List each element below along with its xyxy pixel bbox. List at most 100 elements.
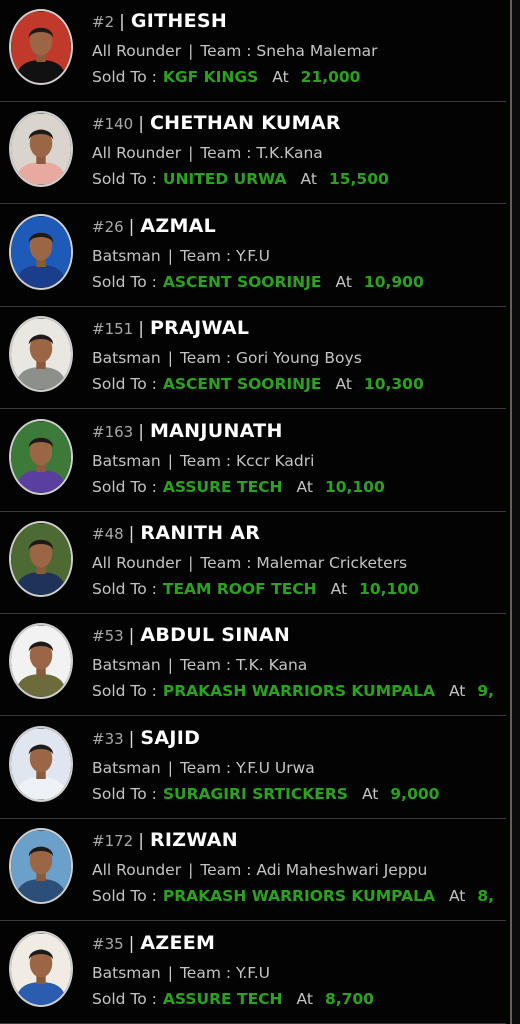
player-row[interactable]: #140 | CHETHAN KUMAR All Rounder | Team : T.… <box>0 102 506 205</box>
sale-price: 8, <box>477 887 495 906</box>
person-icon <box>11 625 71 698</box>
separator: | <box>128 216 135 237</box>
player-details: Batsman | Team : Y.F.U Urwa <box>92 759 315 777</box>
player-avatar <box>9 9 73 85</box>
separator: | <box>167 246 173 265</box>
sale-price: 8,700 <box>324 989 374 1008</box>
sale-price: 10,100 <box>359 580 419 598</box>
sale-info: Sold To : TEAM ROOF TECH At 10,100 <box>92 580 419 598</box>
separator: | <box>167 656 173 675</box>
person-icon <box>11 932 71 1005</box>
team-prefix: Team : <box>179 656 232 675</box>
team-prefix: Team : <box>179 246 232 265</box>
person-icon <box>11 728 71 800</box>
player-row[interactable]: #33 | SAJID Batsman | Team : Y.F.U Urwa Sold… <box>0 717 506 819</box>
buyer-team: ASSURE TECH <box>162 989 283 1008</box>
buyer-team: UNITED URWA <box>162 170 287 189</box>
player-avatar <box>9 623 73 700</box>
player-number: #172 <box>92 832 134 851</box>
buyer-team: ASSURE TECH <box>162 477 283 496</box>
separator: | <box>188 554 194 572</box>
sale-info: Sold To : ASSURE TECH At 8,700 <box>92 990 374 1008</box>
player-name: PRAJWAL <box>149 317 250 340</box>
player-role: All Rounder <box>92 554 182 572</box>
player-header: #172 | RIZWAN <box>92 829 238 851</box>
sold-to-label: Sold To : <box>92 477 157 496</box>
separator: | <box>167 758 173 777</box>
player-team: Y.F.U <box>236 246 270 265</box>
player-details: Batsman | Team : Gori Young Boys <box>92 349 362 367</box>
player-details: All Rounder | Team : Sneha Malemar <box>92 42 378 60</box>
separator: | <box>138 319 144 340</box>
player-name: SAJID <box>140 726 201 749</box>
player-details: Batsman | Team : Y.F.U <box>92 964 270 982</box>
player-header: #33 | SAJID <box>92 727 200 749</box>
player-number: #53 <box>92 627 124 646</box>
at-label: At <box>448 887 466 906</box>
player-list-panel: #2 | GITHESH All Rounder | Team : Sneha Male… <box>0 0 512 1024</box>
separator: | <box>138 831 144 852</box>
player-name: RANITH AR <box>140 522 261 544</box>
player-row[interactable]: #48 | RANITH AR All Rounder | Team : Malemar… <box>0 512 506 614</box>
buyer-team: ASCENT SOORINJE <box>162 272 322 291</box>
player-row[interactable]: #2 | GITHESH All Rounder | Team : Sneha Male… <box>0 0 506 102</box>
sold-to-label: Sold To : <box>92 784 157 803</box>
player-row[interactable]: #151 | PRAJWAL Batsman | Team : Gori Young B… <box>0 307 506 410</box>
player-team: Gori Young Boys <box>236 349 362 368</box>
at-label: At <box>448 682 466 701</box>
player-header: #26 | AZMAL <box>92 215 216 237</box>
player-role: Batsman <box>92 758 161 777</box>
player-row[interactable]: #53 | ABDUL SINAN Batsman | Team : T.K. Kana… <box>0 614 506 717</box>
player-header: #48 | RANITH AR <box>92 522 260 544</box>
person-icon <box>11 11 71 83</box>
person-icon <box>11 318 71 390</box>
player-details: Batsman | Team : Y.F.U <box>92 247 270 265</box>
separator: | <box>119 12 125 32</box>
separator: | <box>128 626 135 647</box>
separator: | <box>138 114 144 135</box>
player-details: Batsman | Team : T.K. Kana <box>92 656 307 674</box>
player-name: ABDUL SINAN <box>140 624 291 647</box>
player-number: #163 <box>92 422 134 441</box>
sale-info: Sold To : ASCENT SOORINJE At 10,900 <box>92 273 424 291</box>
person-icon <box>11 216 71 288</box>
player-details: All Rounder | Team : Adi Maheshwari Jeppu <box>92 861 427 879</box>
at-label: At <box>335 375 352 394</box>
player-number: #35 <box>92 934 124 953</box>
separator: | <box>128 933 135 954</box>
player-row[interactable]: #172 | RIZWAN All Rounder | Team : Adi Mahes… <box>0 819 506 922</box>
separator: | <box>128 524 135 544</box>
player-number: #26 <box>92 217 124 236</box>
separator: | <box>128 728 135 749</box>
sale-price: 21,000 <box>300 68 361 86</box>
player-team: Sneha Malemar <box>256 42 378 60</box>
player-number: #151 <box>92 320 134 339</box>
separator: | <box>188 861 194 880</box>
player-row[interactable]: #163 | MANJUNATH Batsman | Team : Kccr Kadri… <box>0 410 506 512</box>
sale-price: 10,900 <box>363 272 424 291</box>
sold-to-label: Sold To : <box>92 375 157 394</box>
at-label: At <box>296 989 313 1008</box>
player-number: #140 <box>92 115 134 134</box>
player-name: GITHESH <box>130 10 228 32</box>
player-row[interactable]: #26 | AZMAL Batsman | Team : Y.F.U Sold To :… <box>0 205 506 307</box>
buyer-team: ASCENT SOORINJE <box>162 375 322 394</box>
team-prefix: Team : <box>200 144 252 163</box>
player-details: All Rounder | Team : Malemar Cricketers <box>92 554 407 572</box>
team-prefix: Team : <box>179 758 232 777</box>
player-name: CHETHAN KUMAR <box>149 112 341 135</box>
player-team: Y.F.U Urwa <box>236 758 315 777</box>
separator: | <box>167 451 173 470</box>
player-role: Batsman <box>92 656 161 675</box>
separator: | <box>188 42 194 60</box>
sold-to-label: Sold To : <box>92 68 157 86</box>
player-details: All Rounder | Team : T.K.Kana <box>92 144 323 162</box>
player-number: #2 <box>92 13 115 31</box>
player-row[interactable]: #35 | AZEEM Batsman | Team : Y.F.U Sold To :… <box>0 922 506 1024</box>
sold-to-label: Sold To : <box>92 272 157 291</box>
player-avatar <box>9 521 73 597</box>
player-avatar <box>9 930 73 1007</box>
player-number: #48 <box>92 525 124 543</box>
player-role: All Rounder <box>92 861 182 880</box>
person-icon <box>11 420 71 493</box>
